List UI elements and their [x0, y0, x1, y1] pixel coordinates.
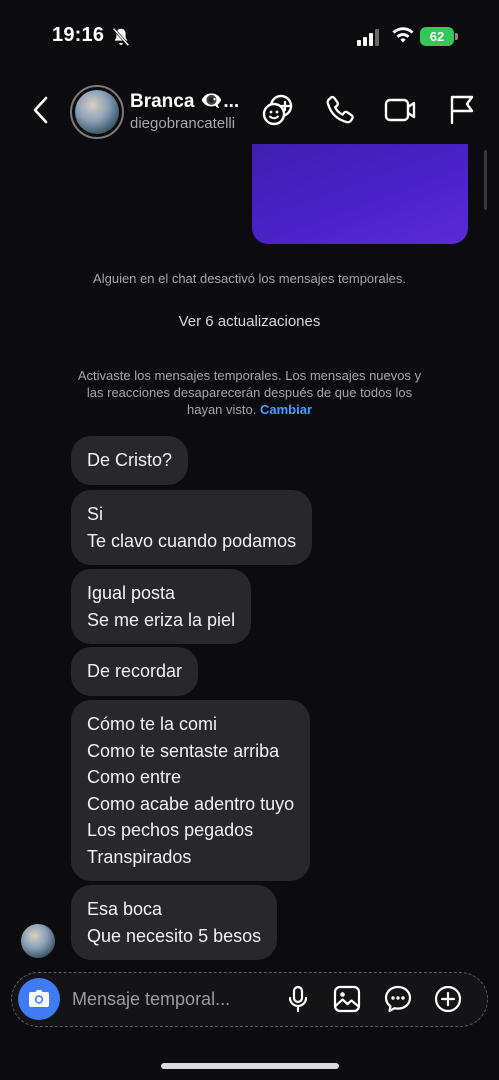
message-text: Igual posta: [87, 583, 176, 603]
bell-slash-icon: [112, 27, 130, 47]
message-text: Como te sentaste arriba: [87, 740, 280, 761]
sender-avatar[interactable]: [21, 924, 55, 958]
phone-icon[interactable]: [322, 92, 358, 128]
flag-icon[interactable]: [444, 92, 480, 128]
battery-icon: 62: [420, 27, 454, 46]
wifi-icon: [392, 27, 414, 43]
system-message-line: hayan visto.: [186, 402, 257, 417]
message-bubble[interactable]: Si Te clavo cuando podamos: [71, 490, 313, 565]
message-text: Cómo te la comi: [87, 714, 218, 734]
signal-icon: [357, 29, 379, 46]
plus-icon[interactable]: [433, 984, 463, 1014]
message-text: Esa boca: [87, 899, 163, 919]
message-text: Como entre: [87, 767, 182, 787]
message-text: Que necesito 5 besos: [87, 925, 262, 946]
message-bubble[interactable]: De Cristo?: [71, 436, 189, 485]
effects-icon[interactable]: [260, 92, 296, 128]
camera-icon: [29, 990, 49, 1007]
system-message-line: las reacciones desaparecerán después de …: [86, 385, 413, 400]
media-message[interactable]: [252, 144, 468, 244]
message-text: Se me eriza la piel: [87, 609, 236, 630]
system-message-enabled: Activaste los mensajes temporales. Los m…: [20, 367, 479, 418]
change-link[interactable]: Cambiar: [260, 402, 312, 417]
contact-username[interactable]: diegobrancatelli: [130, 115, 235, 132]
sticker-icon[interactable]: [383, 984, 413, 1014]
battery-nub: [455, 33, 458, 40]
profile-avatar[interactable]: [70, 85, 124, 139]
status-time: 19:16: [52, 24, 105, 46]
message-bubble[interactable]: Esa boca Que necesito 5 besos: [71, 885, 278, 960]
gallery-icon[interactable]: [332, 984, 362, 1014]
battery-level: 62: [429, 29, 445, 44]
message-input[interactable]: Mensaje temporal...: [72, 989, 230, 1010]
contact-name[interactable]: Branca 👁‍🗨...: [130, 89, 239, 113]
camera-button[interactable]: [18, 978, 60, 1020]
message-text: De Cristo?: [87, 450, 173, 470]
view-updates-link[interactable]: Ver 6 actualizaciones: [20, 313, 479, 330]
scroll-indicator[interactable]: [484, 150, 487, 210]
message-text: Si: [87, 504, 104, 524]
message-text: De recordar: [87, 661, 183, 681]
home-indicator[interactable]: [161, 1063, 339, 1069]
avatar-image: [75, 90, 119, 134]
message-bubble[interactable]: Igual posta Se me eriza la piel: [71, 569, 252, 644]
message-text: Los pechos pegados: [87, 820, 254, 840]
microphone-icon[interactable]: [283, 984, 313, 1014]
system-message-disabled: Alguien en el chat desactivó los mensaje…: [93, 271, 406, 286]
video-icon[interactable]: [382, 92, 418, 128]
message-bubble[interactable]: De recordar: [71, 647, 199, 696]
message-text: Te clavo cuando podamos: [87, 530, 297, 551]
system-message-line: Activaste los mensajes temporales. Los m…: [77, 368, 422, 383]
message-text: Como acabe adentro tuyo: [87, 793, 295, 814]
back-icon[interactable]: [30, 95, 52, 125]
message-bubble[interactable]: Cómo te la comi Como te sentaste arriba …: [71, 700, 311, 881]
message-text: Transpirados: [87, 846, 192, 867]
